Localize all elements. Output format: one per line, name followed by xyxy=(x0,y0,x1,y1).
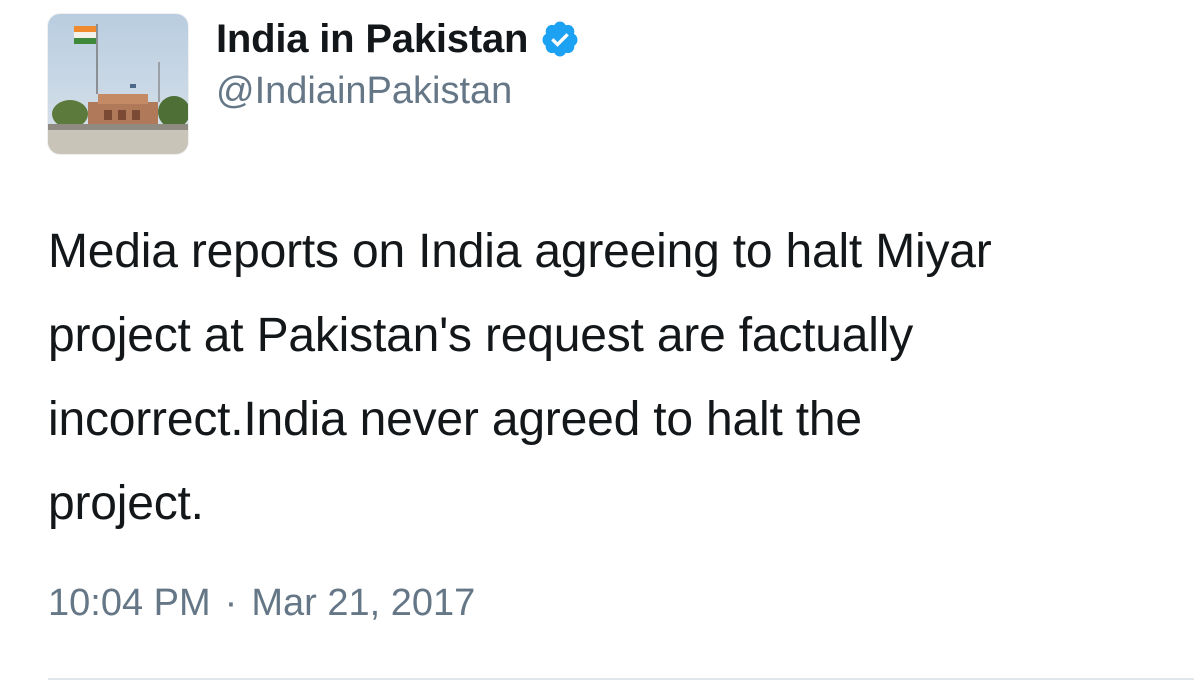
tweet-text: Media reports on India agreeing to halt … xyxy=(48,225,992,530)
avatar-image xyxy=(48,14,188,154)
account-handle[interactable]: @IndiainPakistan xyxy=(216,70,512,113)
tweet-time: 10:04 PM xyxy=(48,582,211,624)
tweet-card: India in Pakistan @IndiainPakistan Media… xyxy=(0,0,1194,686)
account-name-row: India in Pakistan xyxy=(216,14,580,64)
tweet-date: Mar 21, 2017 xyxy=(251,582,476,624)
display-name[interactable]: India in Pakistan xyxy=(216,17,528,62)
tweet-divider xyxy=(48,678,1194,680)
verified-badge-icon xyxy=(540,19,580,59)
tweet-timestamp[interactable]: 10:04 PM · Mar 21, 2017 xyxy=(48,582,475,625)
timestamp-separator: · xyxy=(224,582,238,624)
profile-avatar[interactable] xyxy=(48,14,188,154)
